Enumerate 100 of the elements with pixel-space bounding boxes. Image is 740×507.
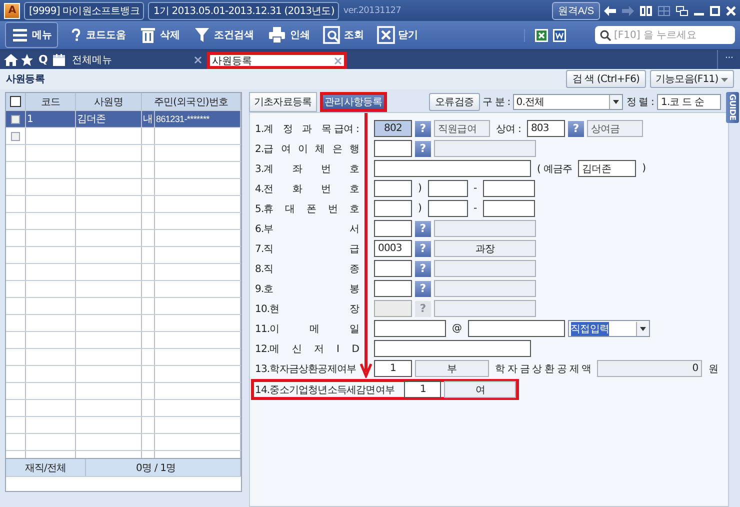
- field-label: 8.직 종: [255, 262, 359, 276]
- field-label: ): [417, 203, 423, 214]
- field-label: 급여 :: [334, 122, 359, 136]
- back-icon[interactable]: [604, 6, 616, 16]
- help-button[interactable]: ?: [415, 220, 431, 236]
- code-field[interactable]: 803: [526, 120, 565, 137]
- document-tab[interactable]: 사원등록: [207, 52, 347, 69]
- code-field[interactable]: [374, 280, 412, 297]
- readonly-field: 상여금: [586, 120, 643, 137]
- field-label: 2.급 여 이 체 은 행: [255, 142, 359, 156]
- windows-icon[interactable]: [676, 6, 688, 16]
- search-icon: [323, 26, 341, 44]
- toolbar-button[interactable]: 코드도움: [67, 24, 128, 46]
- toolbar-button[interactable]: 조회: [321, 24, 366, 46]
- maximize-icon[interactable]: [710, 6, 720, 16]
- sort-label: 정 렬 :: [626, 96, 654, 109]
- toolbar-button[interactable]: 인쇄: [265, 24, 312, 46]
- table-cell: 861231-*******: [155, 111, 241, 127]
- menu-icon: [11, 26, 29, 44]
- section-tab[interactable]: 기초자료등록: [249, 92, 317, 112]
- sort-field[interactable]: 1.코 드 순: [657, 94, 721, 110]
- question-icon: [69, 26, 83, 44]
- field-label: 5.휴 대 폰 번 호: [255, 202, 359, 216]
- domain-dropdown[interactable]: 직접입력: [568, 320, 650, 337]
- help-button[interactable]: ?: [415, 120, 431, 136]
- code-field[interactable]: 802: [374, 120, 412, 137]
- input-field[interactable]: 김더존: [578, 160, 636, 177]
- footer-label: 재직/전체: [6, 459, 86, 476]
- code-field[interactable]: 0003: [374, 240, 412, 257]
- search-field[interactable]: [F10] 을 누르세요: [595, 26, 735, 44]
- filter-label: 구 분 :: [482, 96, 510, 109]
- code-field[interactable]: [374, 220, 412, 237]
- guide-tab[interactable]: GUIDE: [726, 92, 739, 123]
- grid-icon[interactable]: [658, 6, 670, 16]
- column-header: 주민(외국인)번호: [142, 93, 241, 110]
- input-field[interactable]: [428, 200, 468, 217]
- toolbar-button[interactable]: 메뉴: [5, 22, 58, 48]
- input-field[interactable]: [468, 320, 565, 337]
- company-name: [9999] 마이원소프트뱅크: [24, 2, 144, 20]
- help-button[interactable]: ?: [415, 240, 431, 256]
- fiscal-period: 1기 2013.05.01-2013.12.31 (2013년도): [148, 2, 340, 20]
- document-tab[interactable]: 전체메뉴: [67, 51, 207, 68]
- validate-button[interactable]: 오류검증: [429, 93, 480, 111]
- quick-search-key[interactable]: Q: [35, 53, 51, 66]
- input-field[interactable]: [374, 180, 412, 197]
- toolbar-button[interactable]: 삭제: [137, 24, 182, 46]
- field-label: -: [472, 203, 478, 214]
- field-label: 3.계 좌 번 호: [255, 162, 359, 176]
- code-field[interactable]: [374, 260, 412, 277]
- field-label: 6.부 서: [255, 222, 359, 236]
- action-button[interactable]: 기능모음(F11): [650, 70, 734, 88]
- code-field[interactable]: [374, 140, 412, 157]
- spreadsheet-icon[interactable]: [535, 28, 548, 42]
- home-icon[interactable]: [3, 54, 19, 66]
- field-label: 9.호 봉: [255, 282, 359, 296]
- document-icon[interactable]: [553, 28, 566, 42]
- calendar-icon[interactable]: [51, 54, 67, 66]
- filter-icon: [193, 26, 211, 44]
- row-checkbox[interactable]: [11, 132, 20, 140]
- input-field[interactable]: [374, 160, 531, 177]
- help-button[interactable]: ?: [415, 280, 431, 296]
- close-icon[interactable]: [194, 56, 202, 64]
- search-icon: [600, 30, 611, 41]
- select-all-checkbox[interactable]: [10, 96, 21, 107]
- action-button[interactable]: 검 색 (Ctrl+F6): [566, 70, 646, 88]
- help-button[interactable]: ?: [415, 260, 431, 276]
- row-checkbox[interactable]: [11, 114, 20, 124]
- toolbar-button[interactable]: 닫기: [375, 24, 420, 46]
- help-button[interactable]: ?: [415, 140, 431, 156]
- code-field[interactable]: 1: [404, 381, 442, 398]
- field-label: ): [641, 163, 647, 174]
- input-field[interactable]: [374, 200, 412, 217]
- table-cell: 김더존: [76, 111, 142, 127]
- app-icon: A: [4, 2, 20, 18]
- input-field[interactable]: [482, 180, 535, 197]
- readonly-field: 0: [597, 360, 702, 377]
- remote-support-button[interactable]: 원격A/S: [552, 2, 600, 20]
- readonly-field: 과장: [434, 240, 536, 257]
- code-field[interactable]: 1: [374, 360, 412, 377]
- category-dropdown[interactable]: 0.전체: [513, 94, 624, 110]
- field-label: @: [451, 323, 463, 334]
- star-icon[interactable]: [19, 54, 35, 66]
- input-field[interactable]: [482, 200, 535, 217]
- field-label: ( 예금주: [536, 162, 574, 176]
- input-field[interactable]: [374, 340, 531, 357]
- field-label: 4.전 화 번 호: [255, 182, 359, 196]
- table-cell: 내: [142, 111, 155, 127]
- input-field[interactable]: [428, 180, 468, 197]
- field-label: 1.계 정 과 목: [255, 122, 332, 136]
- table-cell: 1: [26, 111, 76, 127]
- toolbar-button[interactable]: 조건검색: [191, 24, 256, 46]
- field-label: 11.이 메 일: [255, 322, 359, 336]
- book-icon[interactable]: [640, 6, 652, 16]
- employee-row[interactable]: 1 김더존 내 861231-*******: [6, 111, 241, 128]
- section-tab[interactable]: 관리사항등록: [320, 92, 388, 112]
- input-field[interactable]: [374, 320, 446, 337]
- column-header: 사원명: [76, 93, 142, 110]
- readonly-field: 여: [444, 381, 516, 398]
- help-button[interactable]: ?: [568, 120, 584, 136]
- page-title: 사원등록: [6, 73, 44, 86]
